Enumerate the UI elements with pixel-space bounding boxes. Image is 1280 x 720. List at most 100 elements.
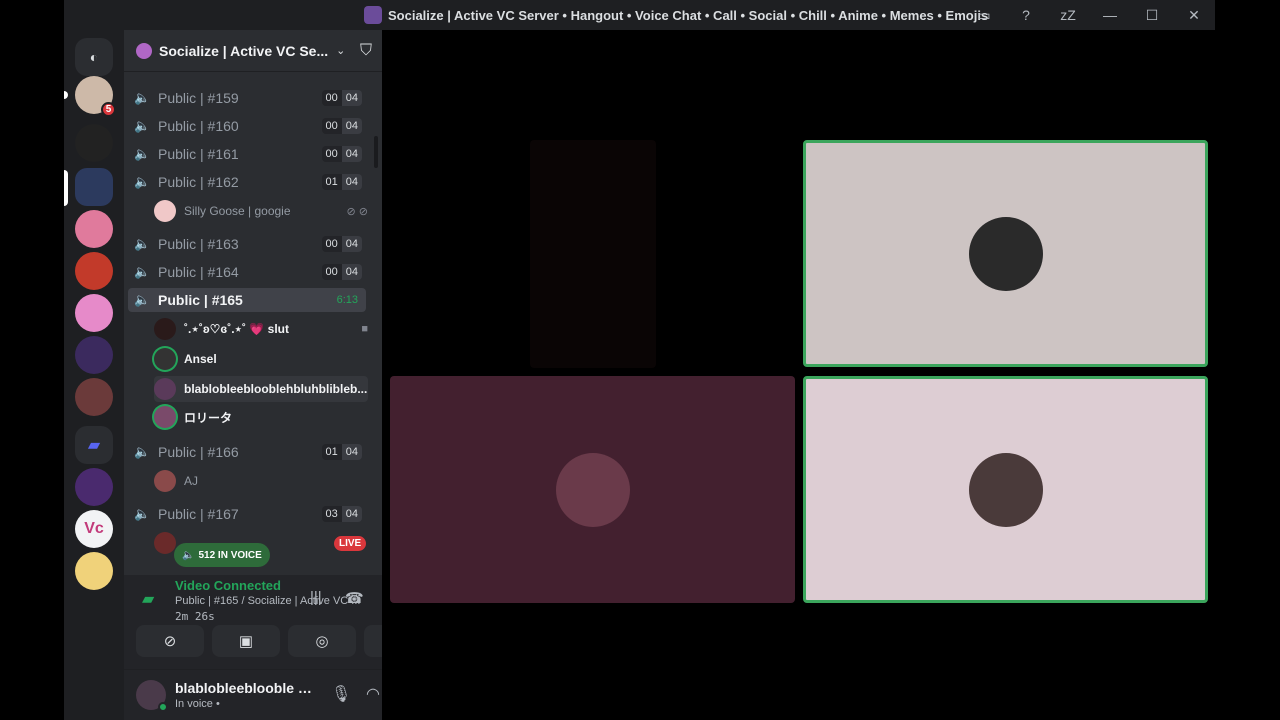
participant-tile-2[interactable] — [390, 376, 795, 603]
live-badge: LIVE — [334, 536, 367, 551]
voice-channel-167[interactable]: 🔈 Public | #167 03 04 — [128, 502, 366, 526]
participant-tile-3[interactable] — [803, 376, 1208, 603]
title-bar-controls: ▭ ? zZ — ☐ ✕ — [963, 0, 1215, 30]
connection-status[interactable]: Video Connected — [175, 578, 281, 593]
avatar — [154, 378, 176, 400]
channel-label: Public | #161 — [158, 146, 239, 162]
selected-pill — [64, 170, 68, 206]
participant-tile-1[interactable] — [803, 140, 1208, 367]
avatar — [154, 348, 176, 370]
noise-suppression-icon[interactable]: ||| — [310, 589, 322, 606]
dm-avatar[interactable]: 5 — [75, 76, 116, 117]
username: ロリータ — [184, 410, 233, 425]
scrollbar[interactable] — [374, 136, 378, 168]
speaker-icon: 🔈 — [134, 174, 151, 189]
voice-channel-161[interactable]: 🔈 Public | #161 00 04 — [128, 142, 366, 166]
help-icon[interactable]: ? — [1005, 0, 1047, 30]
inbox-icon[interactable]: ▭ — [963, 0, 1005, 30]
disconnect-icon[interactable]: ☎ — [345, 589, 364, 607]
server-icon-4[interactable] — [75, 252, 113, 290]
server-icon-8[interactable] — [75, 468, 113, 506]
username: AJ — [184, 474, 199, 488]
user-count: 00 04 — [321, 264, 362, 280]
channel-list: 🔈 Public | #159 00 04 🔈 Public | #160 00 0… — [124, 80, 382, 575]
in-voice-indicator[interactable]: 🔈 512 IN VOICE — [174, 543, 270, 567]
username: Ansel — [184, 352, 217, 366]
user-status: In voice • — [175, 698, 220, 710]
avatar — [154, 200, 176, 222]
speaker-icon: 🔈 — [134, 90, 151, 105]
server-icon — [364, 6, 382, 24]
home-discord-icon[interactable]: ◐ — [75, 38, 113, 76]
voice-user[interactable]: Silly Goose | googie ⊘ ⊘ — [154, 198, 368, 224]
user-name[interactable]: blablobleeblooble h... — [175, 680, 313, 696]
connected-channel[interactable]: Public | #165 / Socialize | Active VC ..… — [175, 595, 360, 607]
speaker-icon: 🔈 — [134, 506, 151, 521]
voice-channel-166[interactable]: 🔈 Public | #166 01 04 — [128, 440, 366, 464]
camera-off-button[interactable]: ⊘ — [136, 625, 204, 657]
speaker-icon: 🔈 — [134, 236, 151, 251]
participant-avatar — [555, 452, 630, 527]
username: ˚.⋆˚ʚ♡ɞ˚.⋆˚ 💗 slut — [184, 322, 289, 336]
server-header[interactable]: Socialize | Active VC Se... ⌄ ⛉ — [124, 30, 382, 72]
server-icon-socialize[interactable] — [75, 168, 113, 206]
headphones-icon[interactable]: ◠ — [366, 684, 380, 704]
voice-channel-164[interactable]: 🔈 Public | #164 00 04 — [128, 260, 366, 284]
close-icon[interactable]: ✕ — [1173, 0, 1215, 30]
maximize-icon[interactable]: ☐ — [1131, 0, 1173, 30]
server-icon-6[interactable] — [75, 336, 113, 374]
channel-label: Public | #162 — [158, 174, 239, 190]
user-count: 01 04 — [321, 174, 362, 190]
voice-user[interactable]: AJ — [154, 468, 368, 494]
title-bar: Socialize | Active VC Server • Hangout •… — [64, 0, 1215, 30]
in-voice-count: 512 IN VOICE — [198, 549, 262, 561]
channel-label: Public | #165 — [158, 292, 243, 308]
server-icon-10[interactable] — [75, 552, 113, 590]
online-status-icon — [158, 702, 168, 712]
screen-share-button[interactable]: ▣ — [212, 625, 280, 657]
voice-channel-163[interactable]: 🔈 Public | #163 00 04 — [128, 232, 366, 256]
speaker-icon: 🔈 — [182, 549, 195, 561]
elapsed-time: 2m 26s — [175, 610, 215, 623]
voice-channel-165[interactable]: 🔈 Public | #165 6:13 — [128, 288, 366, 312]
avatar — [154, 406, 176, 428]
participant-avatar — [968, 216, 1043, 291]
user-count: 00 04 — [321, 118, 362, 134]
user-panel: blablobleeblooble h... In voice • 🎙 ◠ ⚙ — [124, 670, 418, 720]
username: Silly Goose | googie — [184, 204, 291, 218]
folder-icon[interactable]: ▰ — [75, 426, 113, 464]
server-name: Socialize | Active VC Se... — [159, 42, 329, 59]
speaker-icon: 🔈 — [134, 264, 151, 279]
voice-user[interactable]: Ansel — [154, 346, 368, 372]
participant-avatar — [968, 452, 1043, 527]
server-icon-5[interactable] — [75, 294, 113, 332]
invite-people-icon[interactable]: ⛉ — [360, 42, 372, 60]
user-count: 00 04 — [321, 146, 362, 162]
voice-channel-162[interactable]: 🔈 Public | #162 01 04 — [128, 170, 366, 194]
unread-pill — [64, 91, 68, 99]
voice-user[interactable]: blablobleeblooblehbluhblibleb... — [154, 376, 368, 402]
minimize-icon[interactable]: — — [1089, 0, 1131, 30]
speaker-icon: 🔈 — [134, 118, 151, 133]
server-icon-7[interactable] — [75, 378, 113, 416]
microphone-icon[interactable]: 🎙 — [331, 684, 351, 704]
server-icon-9[interactable]: Vc — [75, 510, 113, 548]
muted-deafened-icon: ⊘ ⊘ — [346, 205, 369, 218]
activity-icon[interactable]: zZ — [1047, 0, 1089, 30]
avatar — [154, 532, 176, 554]
speaker-icon: 🔈 — [134, 292, 151, 307]
avatar — [154, 318, 176, 340]
video-feed-tile[interactable] — [530, 140, 656, 368]
voice-channel-159[interactable]: 🔈 Public | #159 00 04 — [128, 86, 366, 110]
user-count: 00 04 — [321, 236, 362, 252]
channel-label: Public | #160 — [158, 118, 239, 134]
activities-button[interactable]: ◎ — [288, 625, 356, 657]
discord-app: Socialize | Active VC Server • Hangout •… — [64, 0, 1215, 720]
voice-user[interactable]: ロリータ — [154, 404, 368, 430]
voice-channel-160[interactable]: 🔈 Public | #160 00 04 — [128, 114, 366, 138]
server-icon-3[interactable] — [75, 210, 113, 248]
camera-icon: ■ — [361, 323, 368, 335]
username: blablobleeblooblehbluhblibleb... — [184, 382, 368, 396]
voice-user[interactable]: ˚.⋆˚ʚ♡ɞ˚.⋆˚ 💗 slut ■ — [154, 316, 368, 342]
server-icon-1[interactable] — [75, 124, 113, 162]
